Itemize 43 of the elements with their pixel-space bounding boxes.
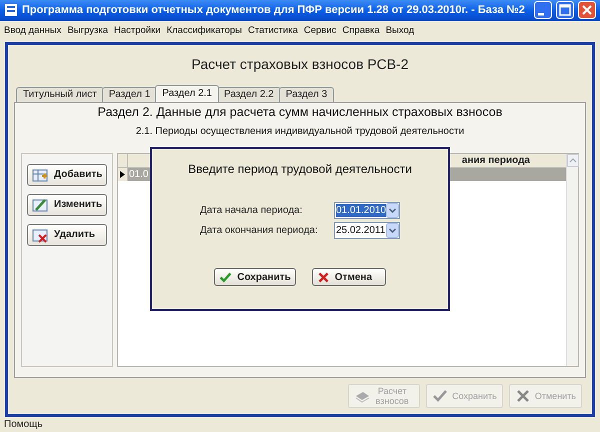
field-label: Дата окончания периода: [200,224,318,238]
x-icon [316,270,330,284]
menu-item[interactable]: Справка [342,24,380,38]
close-icon[interactable] [578,1,596,20]
table-pencil-icon [32,196,48,213]
dialog-button[interactable]: Отмена [312,268,386,286]
menu-item[interactable]: Настройки [114,24,161,38]
side-button[interactable]: Изменить [27,194,107,216]
x-icon [514,388,531,404]
side-button[interactable]: Добавить [27,164,107,186]
menu-item[interactable]: Выход [386,24,414,38]
maximize-icon[interactable] [556,1,574,20]
table-plus-icon [32,166,48,183]
date-field[interactable]: 01.01.2010 [334,202,400,219]
dialog-button[interactable]: Сохранить [214,268,296,286]
tab[interactable]: Раздел 1 [102,86,158,102]
window-title: Программа подготовки отчетных документов для ПФР версии 1.28 от 29.03.2010г. - База №2 [22,3,526,18]
tab[interactable]: Раздел 2.1 [155,84,219,102]
column-header: ания периода [462,154,530,168]
menu-item[interactable]: Классификаторы [166,24,242,38]
subsection-title: 2.1. Периоды осуществления индивидуальной трудовой деятельности [136,125,464,140]
app-icon [4,3,18,18]
section-title: Раздел 2. Данные для расчета сумм начисленных страховых взносов [98,104,502,122]
tab[interactable]: Раздел 3 [278,86,334,102]
menu-item[interactable]: Статистика [248,24,298,38]
minimize-icon[interactable] [534,1,552,20]
table-cell: 01.0 [129,168,148,180]
side-button[interactable]: Удалить [27,224,107,246]
date-field[interactable]: 25.02.2011 [334,222,400,239]
tab[interactable]: Титульный лист [16,86,104,102]
menu-item[interactable]: Ввод данных [4,24,62,38]
menu-item[interactable]: Сервис [304,24,336,38]
dialog-title: Введите период трудовой деятельности [188,161,412,178]
check-icon [219,270,232,284]
tab[interactable]: Раздел 2.2 [217,86,281,102]
check-icon [432,388,448,404]
row-pointer-icon [119,170,126,179]
form-heading: Расчет страховых взносов РСВ-2 [192,55,408,74]
field-label: Дата начала периода: [200,204,302,218]
menu-item[interactable]: Выгрузка [67,24,108,38]
scrollbar[interactable] [566,154,578,366]
status-text: Помощь [4,418,43,432]
table-x-icon [32,226,48,243]
